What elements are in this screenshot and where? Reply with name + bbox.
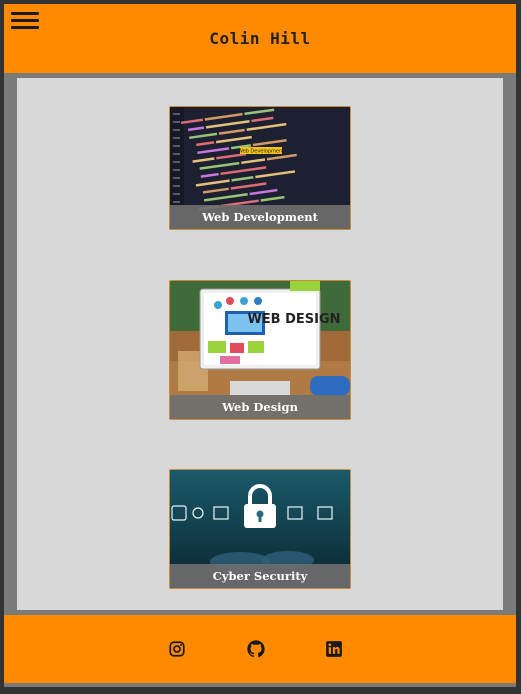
cyber-security-image: Cyber Security: [170, 470, 350, 588]
web-design-image-text: WEB DESIGN: [247, 312, 340, 327]
hamburger-menu-icon[interactable]: [11, 12, 39, 30]
site-title: Colin Hill: [209, 29, 311, 48]
card-web-development[interactable]: Web Development Web Development: [169, 106, 351, 230]
instagram-icon[interactable]: [168, 640, 186, 658]
site-header: Colin Hill: [4, 4, 516, 73]
card-label: Cyber Security: [170, 564, 350, 588]
card-label: Web Development: [170, 205, 350, 229]
code-editor-image: Web Development Web Development: [170, 107, 350, 229]
card-label: Web Design: [170, 395, 350, 419]
site-footer: [4, 615, 516, 683]
web-design-image: WEB DESIGN Web Design: [170, 281, 350, 419]
card-web-design[interactable]: WEB DESIGN Web Design: [169, 280, 351, 420]
code-image-tag: Web Development: [238, 149, 284, 155]
services-panel: Web Development Web Development WEB DESI…: [17, 78, 503, 610]
linkedin-icon[interactable]: [325, 640, 343, 658]
page-frame: Colin Hill Web Development Web Developme…: [4, 4, 516, 687]
card-cyber-security[interactable]: Cyber Security: [169, 469, 351, 589]
github-icon[interactable]: [247, 640, 265, 658]
